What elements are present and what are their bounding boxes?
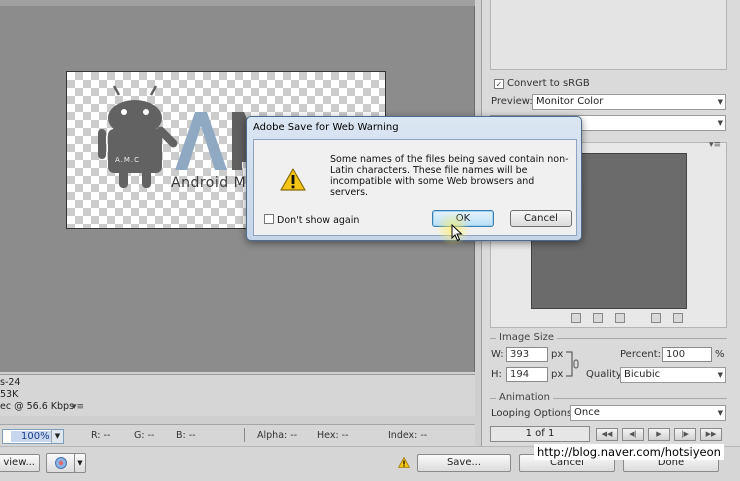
web-shift-icon[interactable]: [593, 313, 603, 323]
dont-show-again-label: Don't show again: [277, 215, 360, 226]
chevron-down-icon[interactable]: ▼: [718, 95, 723, 109]
panel-menu-icon[interactable]: ▾≡: [709, 140, 721, 150]
chevron-down-icon[interactable]: ▼: [718, 406, 723, 420]
chevron-down-icon[interactable]: ▼: [718, 116, 723, 130]
save-button[interactable]: Save...: [417, 454, 511, 472]
last-frame-icon[interactable]: ▶▶: [700, 428, 722, 441]
warning-dialog: Adobe Save for Web Warning Some names of…: [246, 116, 582, 241]
preview-select-value: Monitor Color: [536, 96, 604, 107]
trash-icon[interactable]: [673, 313, 683, 323]
browser-select-button[interactable]: [46, 453, 76, 473]
convert-srgb-checkbox[interactable]: ✓ Convert to sRGB: [494, 78, 590, 89]
map-transparent-icon[interactable]: [571, 313, 581, 323]
green-readout: G: --: [134, 430, 155, 441]
next-frame-icon[interactable]: |▶: [674, 428, 696, 441]
preview-label: Preview:: [491, 96, 533, 107]
warning-icon: [280, 168, 306, 191]
preview-select[interactable]: Monitor Color ▼: [532, 94, 726, 110]
looping-select-value: Once: [574, 407, 600, 418]
percent-unit: %: [715, 349, 725, 360]
zoom-select[interactable]: 100% ▼: [2, 429, 64, 444]
quality-select[interactable]: Bicubic ▼: [620, 367, 726, 383]
status-bar: 100% ▼ R: -- G: -- B: -- Alpha: -- Hex: …: [0, 424, 475, 446]
convert-srgb-label: Convert to sRGB: [507, 78, 590, 89]
chevron-down-icon[interactable]: ▼: [718, 368, 723, 382]
height-unit: px: [551, 369, 564, 380]
dialog-message: Some names of the files being saved cont…: [330, 154, 569, 198]
previous-frame-icon[interactable]: ◀|: [622, 428, 644, 441]
lock-color-icon[interactable]: [615, 313, 625, 323]
width-input[interactable]: 393: [506, 347, 548, 362]
info-format: s-24: [0, 377, 21, 388]
watermark-url: http://blog.naver.com/hotsiyeon: [534, 444, 724, 460]
width-label: W:: [491, 349, 504, 360]
frame-counter: 1 of 1: [490, 426, 590, 442]
red-readout: R: --: [91, 430, 111, 441]
dialog-title: Adobe Save for Web Warning: [253, 122, 399, 133]
quality-select-value: Bicubic: [624, 369, 661, 380]
hex-readout: Hex: --: [317, 430, 349, 441]
animation-title: Animation: [496, 392, 553, 403]
width-unit: px: [551, 349, 564, 360]
warning-icon: [398, 457, 410, 468]
image-size-title: Image Size: [496, 332, 558, 343]
blue-readout: B: --: [176, 430, 196, 441]
height-input[interactable]: 194: [506, 367, 548, 382]
looping-select[interactable]: Once ▼: [570, 405, 726, 421]
play-icon[interactable]: ▶: [648, 428, 670, 441]
preview-browser-button[interactable]: view...: [0, 454, 40, 472]
index-readout: Index: --: [388, 430, 428, 441]
height-label: H:: [491, 369, 502, 380]
status-divider: [244, 428, 245, 442]
percent-label: Percent:: [620, 349, 661, 360]
chevron-down-icon[interactable]: ▼: [51, 430, 63, 443]
info-size: 53K: [0, 389, 19, 400]
canvas-brand-text: Android M: [171, 175, 247, 191]
dialog-body: Some names of the files being saved cont…: [253, 139, 577, 236]
quality-label: Quality:: [586, 369, 625, 380]
new-color-icon[interactable]: [651, 313, 661, 323]
canvas-small-label: A.M.C: [115, 156, 141, 164]
dialog-cancel-button[interactable]: Cancel: [510, 210, 572, 227]
alpha-readout: Alpha: --: [257, 430, 298, 441]
dont-show-again-checkbox[interactable]: Don't show again: [264, 214, 359, 226]
optimization-info: s-24 53K ec @ 56.6 Kbps ▾≡: [0, 374, 475, 416]
mouse-cursor-icon: [451, 224, 463, 242]
chevron-down-icon[interactable]: ▼: [74, 453, 86, 473]
percent-input[interactable]: 100: [662, 347, 712, 362]
info-download-time: ec @ 56.6 Kbps: [0, 401, 75, 412]
info-menu-icon[interactable]: ▾≡: [72, 402, 84, 412]
browser-icon: [55, 457, 67, 469]
checkbox-checked-icon[interactable]: ✓: [494, 79, 504, 89]
looping-label: Looping Options:: [491, 408, 576, 419]
preview-top-strip: [0, 0, 475, 6]
link-icon[interactable]: [564, 350, 580, 378]
checkbox-unchecked-icon[interactable]: [264, 214, 274, 224]
first-frame-icon[interactable]: ◀◀: [596, 428, 618, 441]
optimization-settings-panel: [490, 0, 727, 70]
